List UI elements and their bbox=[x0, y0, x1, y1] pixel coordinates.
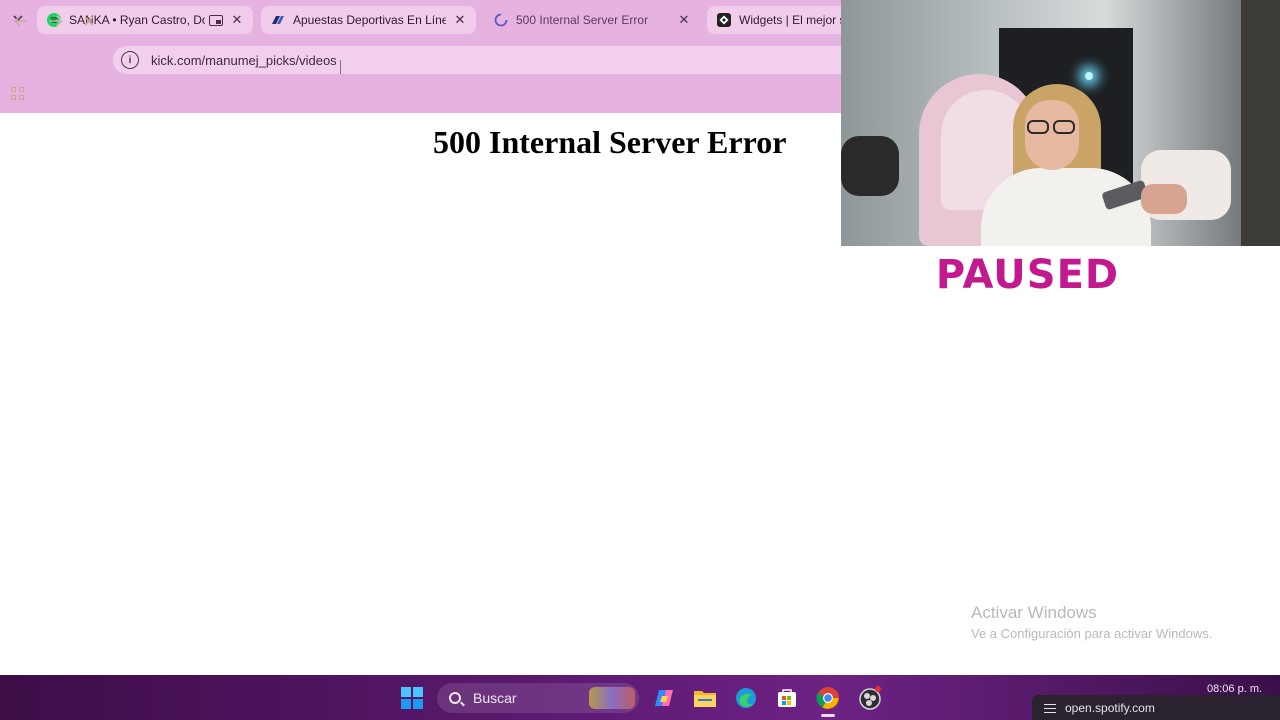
streamer-body bbox=[981, 168, 1151, 246]
close-icon bbox=[84, 16, 94, 26]
apps-grid-icon[interactable] bbox=[11, 87, 25, 101]
text-cursor bbox=[340, 60, 341, 74]
close-tab-button[interactable]: ✕ bbox=[676, 12, 692, 28]
taskbar-search[interactable]: Buscar bbox=[437, 683, 639, 713]
close-tab-button[interactable]: ✕ bbox=[229, 12, 245, 28]
chrome-button[interactable] bbox=[814, 684, 842, 712]
microsoft-store-icon bbox=[778, 689, 796, 707]
widgets-site-icon bbox=[717, 13, 731, 27]
back-button[interactable] bbox=[12, 12, 30, 30]
chrome-icon bbox=[816, 687, 839, 709]
tab-title: 500 Internal Server Error bbox=[516, 13, 649, 27]
browser-tab-apuestas[interactable]: Apuestas Deportivas En Línea | ✕ bbox=[261, 6, 476, 34]
windows-start-button[interactable] bbox=[398, 684, 426, 712]
browser-tab-500-error[interactable]: 500 Internal Server Error ✕ bbox=[484, 6, 700, 34]
active-app-indicator bbox=[821, 714, 835, 717]
file-explorer-button[interactable] bbox=[691, 684, 719, 712]
browser-tab-strip: SANKA • Ryan Castro, Dond ✕ Apuestas Dep… bbox=[0, 0, 841, 40]
notification-source: open.spotify.com bbox=[1065, 700, 1155, 715]
search-highlight-image bbox=[589, 687, 635, 709]
forward-button[interactable] bbox=[47, 12, 65, 30]
webcam-overlay bbox=[841, 0, 1280, 246]
site-info-icon[interactable]: i bbox=[121, 51, 139, 69]
glasses bbox=[1025, 120, 1079, 134]
watermark-title: Activar Windows bbox=[971, 603, 1097, 622]
close-tab-button[interactable]: ✕ bbox=[452, 12, 468, 28]
tab-title: Apuestas Deportivas En Línea | bbox=[293, 13, 446, 27]
address-bar[interactable]: i kick.com/manumej_picks/videos bbox=[113, 46, 841, 74]
browser-tab-spotify[interactable]: SANKA • Ryan Castro, Dond ✕ bbox=[37, 6, 253, 34]
background-shelf bbox=[1241, 0, 1280, 246]
paused-label: PAUSED bbox=[935, 252, 1120, 298]
search-icon bbox=[449, 692, 461, 704]
picture-in-picture-icon[interactable] bbox=[209, 14, 223, 26]
browser-tab-widgets[interactable]: Widgets | El mejor so bbox=[707, 6, 841, 34]
obs-button[interactable] bbox=[856, 684, 884, 712]
stop-loading-button[interactable] bbox=[80, 12, 98, 30]
activate-windows-watermark: Activar Windows Ve a Configuración para … bbox=[971, 603, 1212, 643]
obs-icon bbox=[859, 686, 881, 710]
microsoft-store-button[interactable] bbox=[773, 684, 801, 712]
edge-icon bbox=[736, 688, 756, 708]
betting-site-icon bbox=[271, 13, 285, 27]
windows-start-icon bbox=[401, 687, 423, 709]
search-label: Buscar bbox=[473, 690, 517, 706]
tab-title: Widgets | El mejor so bbox=[739, 13, 841, 27]
back-arrow-icon bbox=[14, 15, 27, 27]
microphone bbox=[841, 136, 899, 196]
taskbar-clock[interactable]: 08:06 p. m. bbox=[1207, 683, 1262, 695]
streamer-face bbox=[1025, 100, 1079, 170]
streamer-hand bbox=[1141, 184, 1187, 214]
background-light bbox=[1085, 72, 1093, 80]
watermark-subtitle: Ve a Configuración para activar Windows. bbox=[971, 626, 1213, 641]
copilot-button[interactable] bbox=[650, 684, 678, 712]
media-notification[interactable]: open.spotify.com bbox=[1032, 695, 1280, 720]
copilot-icon bbox=[655, 690, 673, 706]
page-heading: 500 Internal Server Error bbox=[433, 124, 787, 160]
sliders-icon bbox=[1044, 703, 1056, 713]
bookmarks-bar bbox=[0, 80, 841, 113]
loading-spinner-icon bbox=[494, 13, 508, 27]
forward-arrow-icon bbox=[50, 15, 63, 27]
address-bar-url[interactable]: kick.com/manumej_picks/videos bbox=[151, 53, 337, 68]
file-explorer-icon bbox=[694, 691, 716, 707]
edge-button[interactable] bbox=[732, 684, 760, 712]
